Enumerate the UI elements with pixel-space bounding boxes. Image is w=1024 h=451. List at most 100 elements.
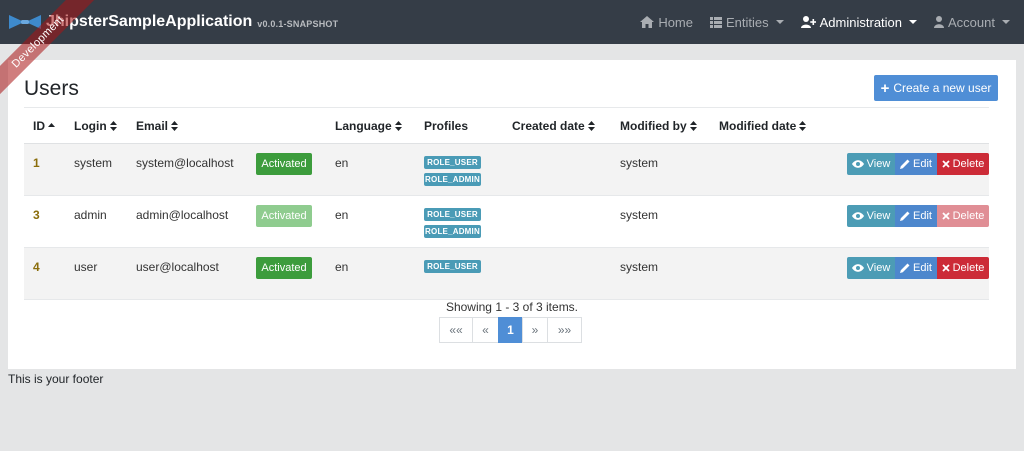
sort-icon <box>689 120 697 131</box>
nav-administration[interactable]: Administration <box>800 14 918 30</box>
delete-button[interactable]: Delete <box>937 153 989 175</box>
user-created-date <box>512 144 620 196</box>
header-email[interactable]: Email <box>136 107 256 144</box>
close-icon <box>941 264 950 272</box>
pencil-icon <box>900 263 910 273</box>
role-badge: ROLE_USER <box>424 260 481 273</box>
activated-badge[interactable]: Activated <box>256 257 312 279</box>
users-table: ID Login Email Language Profiles Created… <box>24 107 989 300</box>
jhipster-logo-icon <box>8 13 42 31</box>
users-card: Users + Create a new user ID Login Email… <box>8 60 1016 369</box>
user-modified-date <box>719 196 819 248</box>
user-email: user@localhost <box>136 260 219 274</box>
chevron-down-icon <box>775 20 784 24</box>
view-button[interactable]: View <box>847 257 895 279</box>
nav-home[interactable]: Home <box>640 15 693 30</box>
status-cell: Activated <box>256 144 335 196</box>
header-modified-date[interactable]: Modified date <box>719 107 819 144</box>
sort-icon <box>171 120 179 131</box>
header-login[interactable]: Login <box>74 107 136 144</box>
nav-entities-label: Entities <box>726 14 769 30</box>
page-first[interactable]: «« <box>439 317 473 343</box>
user-email: system@localhost <box>136 156 234 170</box>
user-created-date <box>512 248 620 300</box>
pencil-icon <box>900 211 910 221</box>
edit-button[interactable]: Edit <box>895 153 937 175</box>
close-icon <box>941 160 950 168</box>
sort-up-icon <box>48 122 55 127</box>
user-email: admin@localhost <box>136 208 229 222</box>
user-login: system <box>74 156 113 170</box>
row-actions: View Edit Delete <box>819 205 989 227</box>
table-row: 4 user user@localhost Activated en ROLE_… <box>24 247 989 300</box>
eye-icon <box>851 264 864 272</box>
delete-button[interactable]: Delete <box>937 257 989 279</box>
home-icon <box>640 16 655 28</box>
nav-account-label: Account <box>948 14 995 30</box>
role-badge: ROLE_ADMIN <box>424 173 481 186</box>
eye-icon <box>851 212 864 220</box>
profiles-cell: ROLE_USER ROLE_ADMIN <box>424 144 512 196</box>
brand-version: v0.0.1-SNAPSHOT <box>257 18 339 29</box>
status-cell: Activated <box>256 248 335 300</box>
user-id-link[interactable]: 1 <box>24 144 74 196</box>
table-row: 3 admin admin@localhost Activated en ROL… <box>24 196 989 248</box>
row-actions: View Edit Delete <box>819 153 989 175</box>
role-badge: ROLE_USER <box>424 208 481 221</box>
sort-icon <box>799 120 807 131</box>
nav-account[interactable]: Account <box>934 15 1010 30</box>
nav-entities[interactable]: Entities <box>710 15 784 30</box>
sort-icon <box>394 120 402 131</box>
plus-icon: + <box>880 79 890 97</box>
table-row: 1 system system@localhost Activated en R… <box>24 143 989 196</box>
nav-home-label: Home <box>658 14 693 30</box>
create-user-label: Create a new user <box>893 81 992 95</box>
activated-badge[interactable]: Activated <box>256 153 312 175</box>
header-profiles: Profiles <box>424 107 512 144</box>
pagination: «« « 1 » »» <box>439 317 582 343</box>
header-modified-by[interactable]: Modified by <box>620 107 719 144</box>
edit-button[interactable]: Edit <box>895 257 937 279</box>
user-language: en <box>335 260 349 274</box>
page-next[interactable]: » <box>522 317 548 343</box>
sort-icon <box>587 120 595 131</box>
user-plus-icon <box>800 16 816 28</box>
page-title: Users <box>24 77 79 100</box>
pagination-summary: Showing 1 - 3 of 3 items. <box>445 300 579 314</box>
actions-cell: View Edit Delete <box>819 144 989 196</box>
user-language: en <box>335 156 349 170</box>
nav-administration-label: Administration <box>819 14 903 30</box>
role-badge: ROLE_ADMIN <box>424 225 481 238</box>
table-header-row: ID Login Email Language Profiles Created… <box>24 107 989 144</box>
create-user-button[interactable]: + Create a new user <box>874 75 998 101</box>
brand-name: JhipsterSampleApplication <box>46 13 253 30</box>
actions-cell: View Edit Delete <box>819 196 989 248</box>
profiles-cell: ROLE_USER ROLE_ADMIN <box>424 196 512 248</box>
brand[interactable]: JhipsterSampleApplication v0.0.1-SNAPSHO… <box>8 13 338 31</box>
header-id[interactable]: ID <box>24 107 74 144</box>
view-button[interactable]: View <box>847 205 895 227</box>
sort-icon <box>109 120 117 131</box>
header-status <box>256 107 335 144</box>
delete-button[interactable]: Delete <box>937 205 989 227</box>
user-modified-date <box>719 248 819 300</box>
edit-button[interactable]: Edit <box>895 205 937 227</box>
header-actions <box>819 107 989 144</box>
page-current[interactable]: 1 <box>498 317 523 343</box>
user-id-link[interactable]: 4 <box>24 248 74 300</box>
activated-badge[interactable]: Activated <box>256 205 312 227</box>
user-login: user <box>74 260 98 274</box>
header-created-date[interactable]: Created date <box>512 107 620 144</box>
main-nav: Home Entities Administration Account <box>623 0 1010 44</box>
user-id-link[interactable]: 3 <box>24 196 74 248</box>
user-modified-date <box>719 144 819 196</box>
page-last[interactable]: »» <box>547 317 582 343</box>
footer: This is your footer <box>8 372 104 386</box>
navbar: JhipsterSampleApplication v0.0.1-SNAPSHO… <box>0 0 1024 44</box>
actions-cell: View Edit Delete <box>819 248 989 300</box>
header-language[interactable]: Language <box>335 107 424 144</box>
page-prev[interactable]: « <box>472 317 499 343</box>
pencil-icon <box>900 159 910 169</box>
user-icon <box>934 16 945 28</box>
view-button[interactable]: View <box>847 153 895 175</box>
